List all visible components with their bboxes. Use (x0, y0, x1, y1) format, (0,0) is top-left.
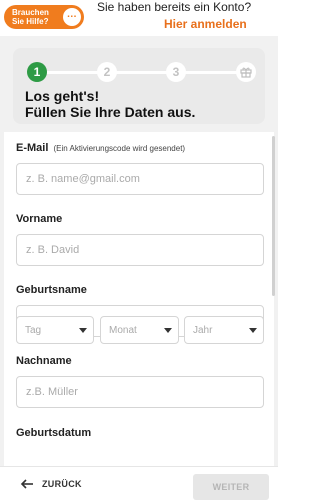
chat-dots-icon: ... (63, 8, 81, 26)
email-label-text: E-Mail (16, 142, 49, 154)
birthname-label: Geburtsname (16, 284, 87, 296)
email-label: E-Mail (Ein Aktivierungscode wird gesend… (16, 142, 185, 154)
lastname-label: Nachname (16, 355, 72, 367)
back-button[interactable]: ZURÜCK (20, 477, 82, 491)
dob-row: Tag Monat Jahr (12, 316, 264, 348)
email-field[interactable]: z. B. name@gmail.com (16, 163, 264, 195)
step-3: 3 (166, 62, 186, 82)
dob-year-value: Jahr (193, 324, 213, 336)
dob-day-select[interactable]: Tag (16, 316, 94, 344)
chevron-down-icon (79, 328, 87, 333)
title-line-1: Los geht's! (25, 88, 100, 104)
back-label: ZURÜCK (42, 479, 82, 489)
step-2: 2 (97, 62, 117, 82)
title-line-2: Füllen Sie Ihre Daten aus. (25, 104, 196, 120)
help-label: Brauchen Sie Hilfe? (12, 8, 49, 26)
account-question: Sie haben bereits ein Konto? (97, 0, 252, 14)
firstname-label: Vorname (16, 213, 63, 225)
stepper-card: 1 2 3 Los geht's! Füllen Sie Ihre Daten … (13, 48, 265, 124)
page-title: Los geht's! Füllen Sie Ihre Daten aus. (25, 88, 195, 120)
dob-month-select[interactable]: Monat (100, 316, 179, 344)
chevron-down-icon (164, 328, 172, 333)
bottom-bar: ZURÜCK WEITER (0, 466, 278, 502)
chevron-down-icon (249, 328, 257, 333)
step-1: 1 (27, 62, 47, 82)
next-button[interactable]: WEITER (193, 474, 269, 500)
arrow-left-icon (20, 479, 33, 489)
dob-year-select[interactable]: Jahr (184, 316, 264, 344)
registration-form: E-Mail (Ein Aktivierungscode wird gesend… (4, 132, 275, 472)
stepper-track (43, 71, 243, 74)
lastname-field[interactable]: z.B. Müller (16, 376, 264, 408)
gift-icon (236, 62, 256, 82)
firstname-field[interactable]: z. B. David (16, 234, 264, 266)
login-link[interactable]: Hier anmelden (164, 17, 247, 31)
scrollbar[interactable] (272, 136, 275, 296)
help-button[interactable]: Brauchen Sie Hilfe? ... (4, 5, 84, 29)
dob-label: Geburtsdatum (16, 427, 92, 439)
email-hint: (Ein Aktivierungscode wird gesendet) (53, 144, 186, 153)
top-bar: Brauchen Sie Hilfe? ... Sie haben bereit… (0, 0, 278, 36)
dob-month-value: Monat (109, 324, 137, 336)
dob-day-value: Tag (25, 324, 42, 336)
